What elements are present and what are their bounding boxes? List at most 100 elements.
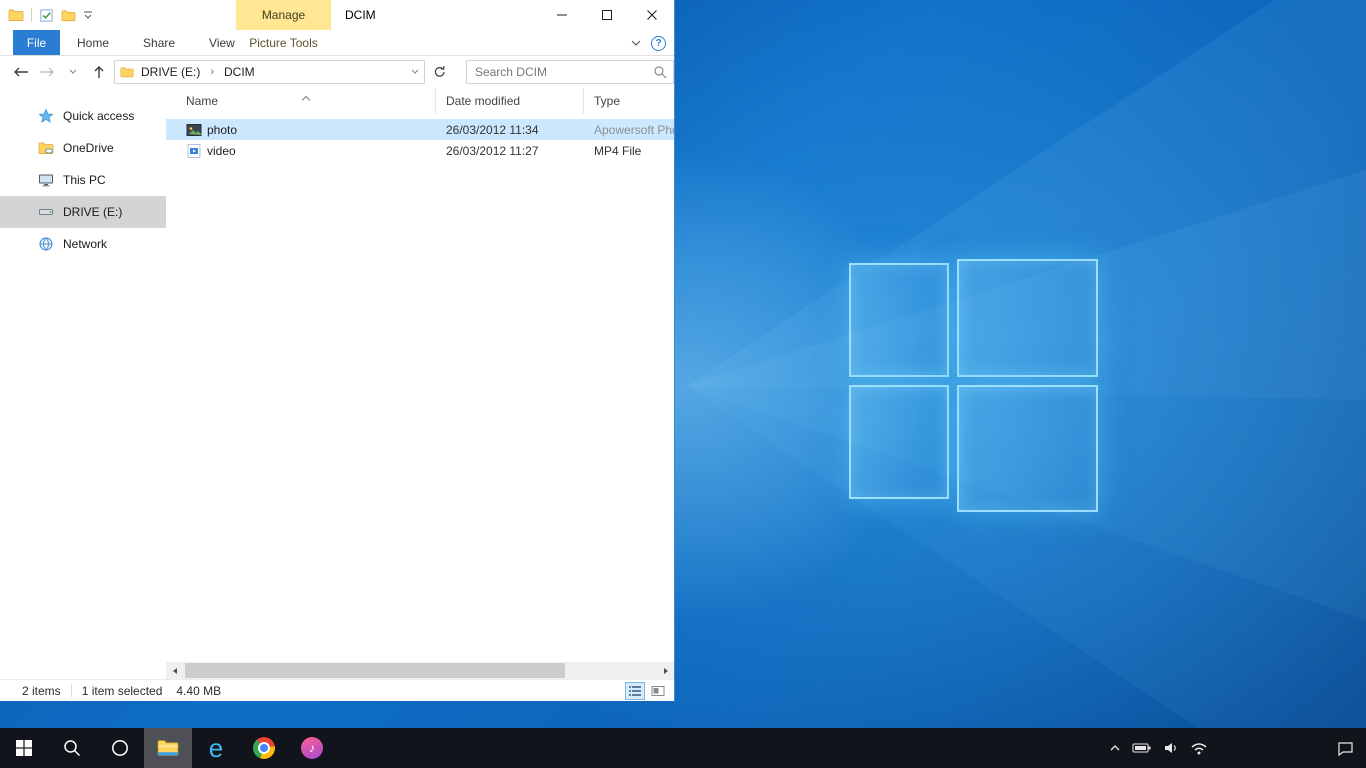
large-icons-view-button[interactable]: [648, 682, 668, 700]
ribbon-expand-chevron-icon[interactable]: [631, 39, 641, 47]
selection-size: 4.40 MB: [176, 684, 221, 698]
search-icon[interactable]: [653, 65, 673, 79]
sidebar-item-label: Network: [63, 237, 107, 251]
details-view-button[interactable]: [625, 682, 645, 700]
close-button[interactable]: [629, 0, 674, 30]
this-pc-icon: [38, 172, 54, 188]
network-icon: [38, 236, 54, 252]
ribbon-right-controls: ?: [631, 30, 666, 56]
selection-count: 1 item selected: [82, 684, 163, 698]
scroll-left-arrow-icon[interactable]: [166, 662, 183, 679]
file-rows: photo 26/03/2012 11:34 Apowersoft Pho vi…: [166, 119, 674, 161]
quick-access-star-icon: [38, 108, 54, 124]
network-wifi-icon[interactable]: [1190, 742, 1208, 755]
taskbar-edge-button[interactable]: e: [192, 728, 240, 768]
breadcrumb-drive[interactable]: DRIVE (E:): [139, 65, 202, 79]
column-label: Name: [186, 94, 218, 108]
window-title: DCIM: [345, 0, 376, 30]
scrollbar-track[interactable]: [183, 662, 657, 679]
search-input[interactable]: [467, 65, 653, 79]
column-header-name[interactable]: Name: [166, 88, 436, 114]
navigation-buttons: [10, 61, 110, 83]
sidebar-item-this-pc[interactable]: This PC: [0, 164, 166, 196]
sidebar-item-network[interactable]: Network: [0, 228, 166, 260]
sort-ascending-chevron-icon: [301, 90, 311, 104]
cortana-button[interactable]: [96, 728, 144, 768]
drive-icon: [38, 204, 54, 220]
sidebar-item-quick-access[interactable]: Quick access: [0, 100, 166, 132]
file-explorer-icon: [156, 736, 180, 760]
taskbar-chrome-button[interactable]: [240, 728, 288, 768]
file-name: video: [207, 144, 236, 158]
volume-icon[interactable]: [1163, 741, 1179, 755]
file-date-cell: 26/03/2012 11:27: [436, 144, 584, 158]
windows-logo-pane: [957, 259, 1098, 377]
windows-logo-pane: [849, 385, 949, 499]
tab-home[interactable]: Home: [60, 30, 126, 55]
address-dropdown-chevron-icon[interactable]: [411, 69, 419, 75]
windows-start-icon: [16, 740, 32, 756]
up-button[interactable]: [88, 61, 110, 83]
tab-picture-tools[interactable]: Picture Tools: [236, 30, 331, 56]
search-box[interactable]: [466, 60, 674, 84]
properties-check-icon[interactable]: [39, 8, 54, 23]
window-folder-icon: [8, 7, 24, 23]
tray-chevron-up-icon[interactable]: [1109, 744, 1121, 752]
windows-logo-pane: [849, 263, 949, 377]
status-bar: 2 items 1 item selected 4.40 MB: [0, 679, 674, 701]
sidebar-item-drive-e[interactable]: DRIVE (E:): [0, 196, 166, 228]
file-row-photo[interactable]: photo 26/03/2012 11:34 Apowersoft Pho: [166, 119, 674, 140]
battery-icon[interactable]: [1132, 742, 1152, 754]
taskbar-search-button[interactable]: [48, 728, 96, 768]
ribbon-tab-row: File Home Share View Picture Tools ?: [0, 30, 674, 56]
taskbar-file-explorer-button[interactable]: [144, 728, 192, 768]
tab-file[interactable]: File: [13, 30, 60, 55]
file-list: Name Date modified Type photo 26/03/2012…: [166, 88, 674, 662]
column-header-date-modified[interactable]: Date modified: [436, 88, 584, 114]
large-icons-view-icon: [651, 685, 665, 697]
sidebar-item-label: DRIVE (E:): [63, 205, 122, 219]
horizontal-scrollbar[interactable]: [166, 662, 674, 679]
itunes-icon: ♪: [301, 737, 323, 759]
forward-button[interactable]: [36, 61, 58, 83]
windows-logo-pane: [957, 385, 1098, 512]
manage-contextual-header[interactable]: Manage: [236, 0, 331, 30]
edge-icon: e: [209, 728, 223, 768]
navigation-pane: Quick access OneDrive This PC DRIVE (E:)…: [0, 88, 166, 679]
refresh-button[interactable]: [428, 61, 450, 83]
file-date-cell: 26/03/2012 11:34: [436, 123, 584, 137]
start-button[interactable]: [0, 728, 48, 768]
new-folder-icon[interactable]: [61, 8, 76, 23]
help-icon[interactable]: ?: [651, 36, 666, 51]
column-header-type[interactable]: Type: [584, 88, 674, 114]
items-count: 2 items: [22, 684, 61, 698]
address-row: DRIVE (E:) › DCIM: [0, 56, 674, 87]
minimize-button[interactable]: [539, 0, 584, 30]
file-row-video[interactable]: video 26/03/2012 11:27 MP4 File: [166, 140, 674, 161]
sidebar-item-onedrive[interactable]: OneDrive: [0, 132, 166, 164]
photo-file-icon: [186, 122, 202, 138]
scrollbar-thumb[interactable]: [185, 663, 565, 678]
action-center-icon[interactable]: [1337, 741, 1354, 756]
view-toggles: [625, 682, 668, 700]
chrome-icon: [253, 737, 275, 759]
breadcrumb-separator-icon: ›: [207, 66, 217, 78]
file-type-cell: MP4 File: [584, 144, 674, 158]
recent-locations-chevron-icon[interactable]: [62, 61, 84, 83]
quick-access-toolbar: [8, 0, 93, 30]
maximize-button[interactable]: [584, 0, 629, 30]
taskbar: e ♪: [0, 728, 1366, 768]
customize-toolbar-chevron-icon[interactable]: [83, 10, 93, 20]
sidebar-item-label: Quick access: [63, 109, 134, 123]
toolbar-separator: [31, 8, 32, 22]
file-explorer-window: Manage DCIM File Home Share View Picture…: [0, 0, 675, 701]
titlebar: Manage DCIM: [0, 0, 674, 30]
scroll-right-arrow-icon[interactable]: [657, 662, 674, 679]
tab-share[interactable]: Share: [126, 30, 192, 55]
taskbar-itunes-button[interactable]: ♪: [288, 728, 336, 768]
column-label: Date modified: [446, 94, 520, 108]
back-button[interactable]: [10, 61, 32, 83]
file-name-cell: video: [166, 143, 436, 159]
address-bar[interactable]: DRIVE (E:) › DCIM: [114, 60, 425, 84]
breadcrumb-dcim[interactable]: DCIM: [222, 65, 257, 79]
